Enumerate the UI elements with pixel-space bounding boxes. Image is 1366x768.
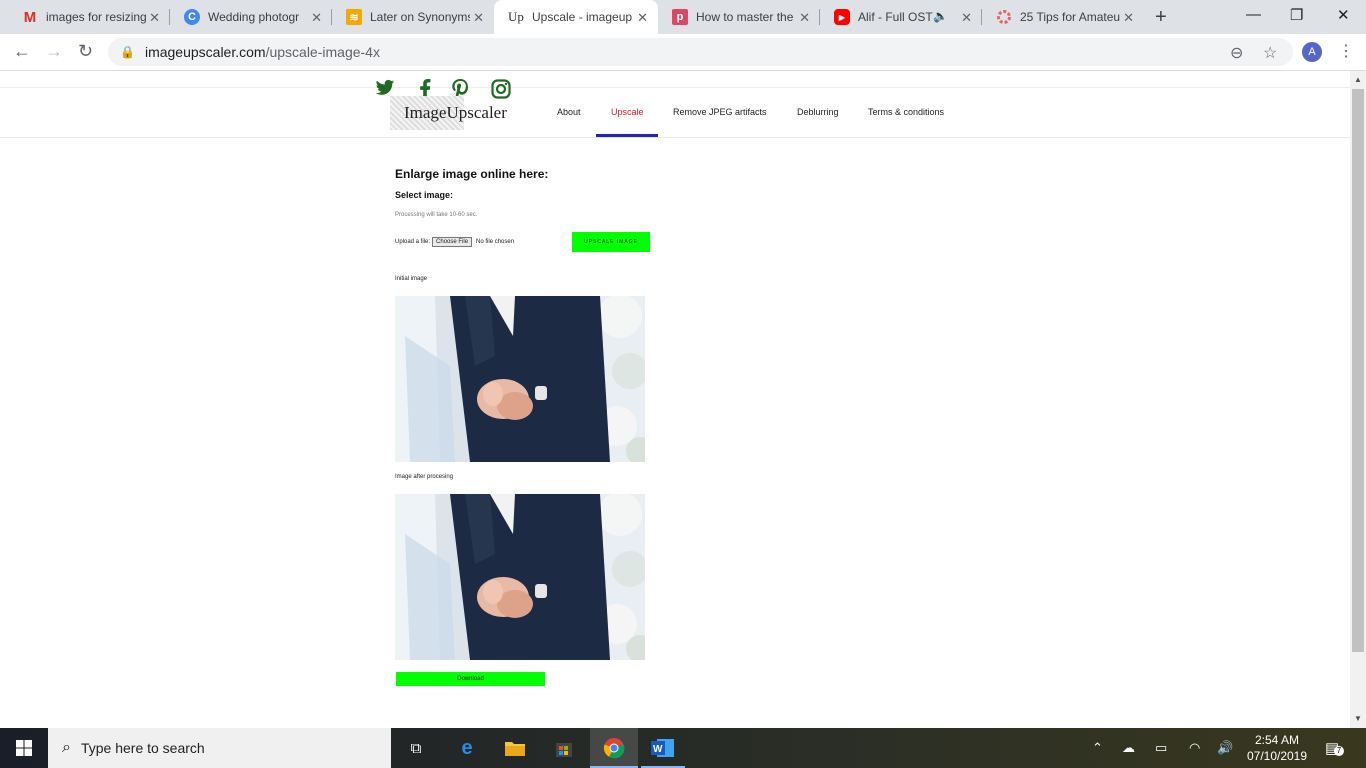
choose-file-button[interactable]: Choose File	[432, 237, 473, 247]
scrollbar-thumb[interactable]	[1352, 89, 1364, 652]
minimize-button[interactable]: —	[1246, 6, 1261, 23]
tab-upscale[interactable]: Up Upscale - imageup ✕	[494, 0, 658, 34]
thesaurus-icon: ≋	[346, 9, 362, 25]
windows-start-icon[interactable]	[16, 740, 32, 756]
nav-deblurring[interactable]: Deblurring	[797, 107, 839, 117]
file-status: No file chosen	[476, 239, 515, 245]
taskbar-search[interactable]: ⌕ Type here to search	[48, 728, 391, 768]
svg-text:W: W	[653, 744, 663, 755]
avatar[interactable]: A	[1302, 42, 1322, 62]
after-image-caption: Image after procesing	[395, 474, 454, 480]
page-title: Enlarge image online here:	[395, 167, 549, 181]
page-content: ImageUpscaler About Upscale Remove JPEG …	[0, 71, 1350, 728]
url-text: imageupscaler.com/upscale-image-4x	[144, 44, 380, 60]
upload-row: Upload a file: Choose File No file chose…	[395, 237, 514, 247]
tab-tips[interactable]: 25 Tips for Amateu ✕	[982, 0, 1144, 34]
notification-count: 7	[1334, 746, 1344, 756]
close-icon[interactable]: ✕	[311, 10, 322, 26]
forward-button[interactable]: →	[45, 41, 63, 62]
close-icon[interactable]: ✕	[799, 10, 810, 26]
edge-icon[interactable]: e	[455, 736, 479, 760]
taskbar-clock[interactable]: 2:54 AM 07/10/2019	[1244, 732, 1310, 764]
site-logo[interactable]: ImageUpscaler	[390, 96, 516, 130]
tab-howto[interactable]: p How to master the ✕	[658, 0, 820, 34]
back-button[interactable]: ←	[13, 41, 31, 62]
youtube-icon: ▶	[834, 9, 850, 25]
window-close-button[interactable]: ✕	[1337, 6, 1350, 24]
upload-label: Upload a file:	[395, 239, 431, 245]
download-button[interactable]: Download	[396, 672, 545, 686]
task-view-icon[interactable]: ⧉	[404, 736, 428, 760]
battery-icon[interactable]: ▭	[1155, 740, 1167, 756]
upscale-image-button[interactable]: UPSCALE IMAGE	[572, 232, 650, 252]
scroll-down-icon[interactable]: ▼	[1354, 714, 1362, 723]
tab-wedding[interactable]: C Wedding photogr ✕	[170, 0, 332, 34]
restore-button[interactable]: ❐	[1290, 6, 1303, 24]
processed-image	[395, 494, 645, 660]
word-icon[interactable]: W	[651, 736, 675, 760]
scroll-up-icon[interactable]: ▲	[1354, 75, 1362, 84]
tab-youtube[interactable]: ▶ Alif - Full OST 🔈 ✕	[820, 0, 982, 34]
chrome-icon[interactable]	[602, 736, 626, 760]
lock-icon[interactable]: 🔒	[120, 45, 135, 59]
nav-remove-jpeg-artifacts[interactable]: Remove JPEG artifacts	[673, 107, 767, 117]
new-tab-button[interactable]: +	[1155, 6, 1167, 29]
select-image-label: Select image:	[395, 190, 454, 200]
taskbar: ⌕ Type here to search ⧉ e W ⌃ ☁ ▭ ◠ 🔊 2:…	[0, 728, 1366, 768]
bookmark-star-icon[interactable]: ☆	[1263, 43, 1277, 63]
p-icon: p	[672, 9, 688, 25]
gmail-icon: M	[23, 8, 37, 26]
reload-button[interactable]: ↻	[78, 41, 93, 62]
close-icon[interactable]: ✕	[149, 10, 160, 26]
volume-icon[interactable]: 🔊	[1217, 740, 1233, 756]
chevron-up-icon[interactable]: ⌃	[1092, 740, 1103, 756]
wifi-icon[interactable]: ◠	[1189, 740, 1200, 756]
close-icon[interactable]: ✕	[1123, 10, 1134, 26]
nav-terms[interactable]: Terms & conditions	[868, 107, 944, 117]
address-bar[interactable]: 🔒 imageupscaler.com/upscale-image-4x ⊖ ☆	[108, 38, 1293, 66]
store-icon[interactable]	[552, 736, 576, 760]
tab-thesaurus[interactable]: ≋ Later on Synonyms ✕	[332, 0, 494, 34]
up-icon: Up	[508, 9, 524, 24]
file-explorer-icon[interactable]	[503, 736, 527, 760]
processing-note: Processing will take 10-60 sec.	[395, 212, 478, 218]
onedrive-icon[interactable]: ☁	[1122, 740, 1135, 756]
page-scrollbar[interactable]: ▲ ▼	[1350, 71, 1366, 728]
tab-strip: M images for resizing ✕ C Wedding photog…	[0, 0, 1366, 34]
zoom-icon[interactable]: ⊖	[1230, 43, 1243, 63]
dots-icon	[996, 9, 1012, 25]
browser-toolbar: ← → ↻ 🔒 imageupscaler.com/upscale-image-…	[0, 34, 1366, 71]
tab-gmail[interactable]: M images for resizing ✕	[8, 0, 170, 34]
initial-image-caption: Initial image	[395, 276, 428, 282]
c-icon: C	[184, 9, 200, 25]
nav-upscale[interactable]: Upscale	[611, 107, 644, 117]
close-icon[interactable]: ✕	[961, 10, 972, 26]
audio-icon[interactable]: 🔈	[933, 9, 948, 23]
close-icon[interactable]: ✕	[473, 10, 484, 26]
search-icon: ⌕	[62, 739, 71, 756]
nav-about[interactable]: About	[557, 107, 581, 117]
notification-icon[interactable]: ▤ 7	[1325, 739, 1344, 757]
menu-icon[interactable]: ⋮	[1338, 41, 1354, 61]
close-icon[interactable]: ✕	[637, 10, 648, 26]
initial-image	[395, 296, 645, 462]
